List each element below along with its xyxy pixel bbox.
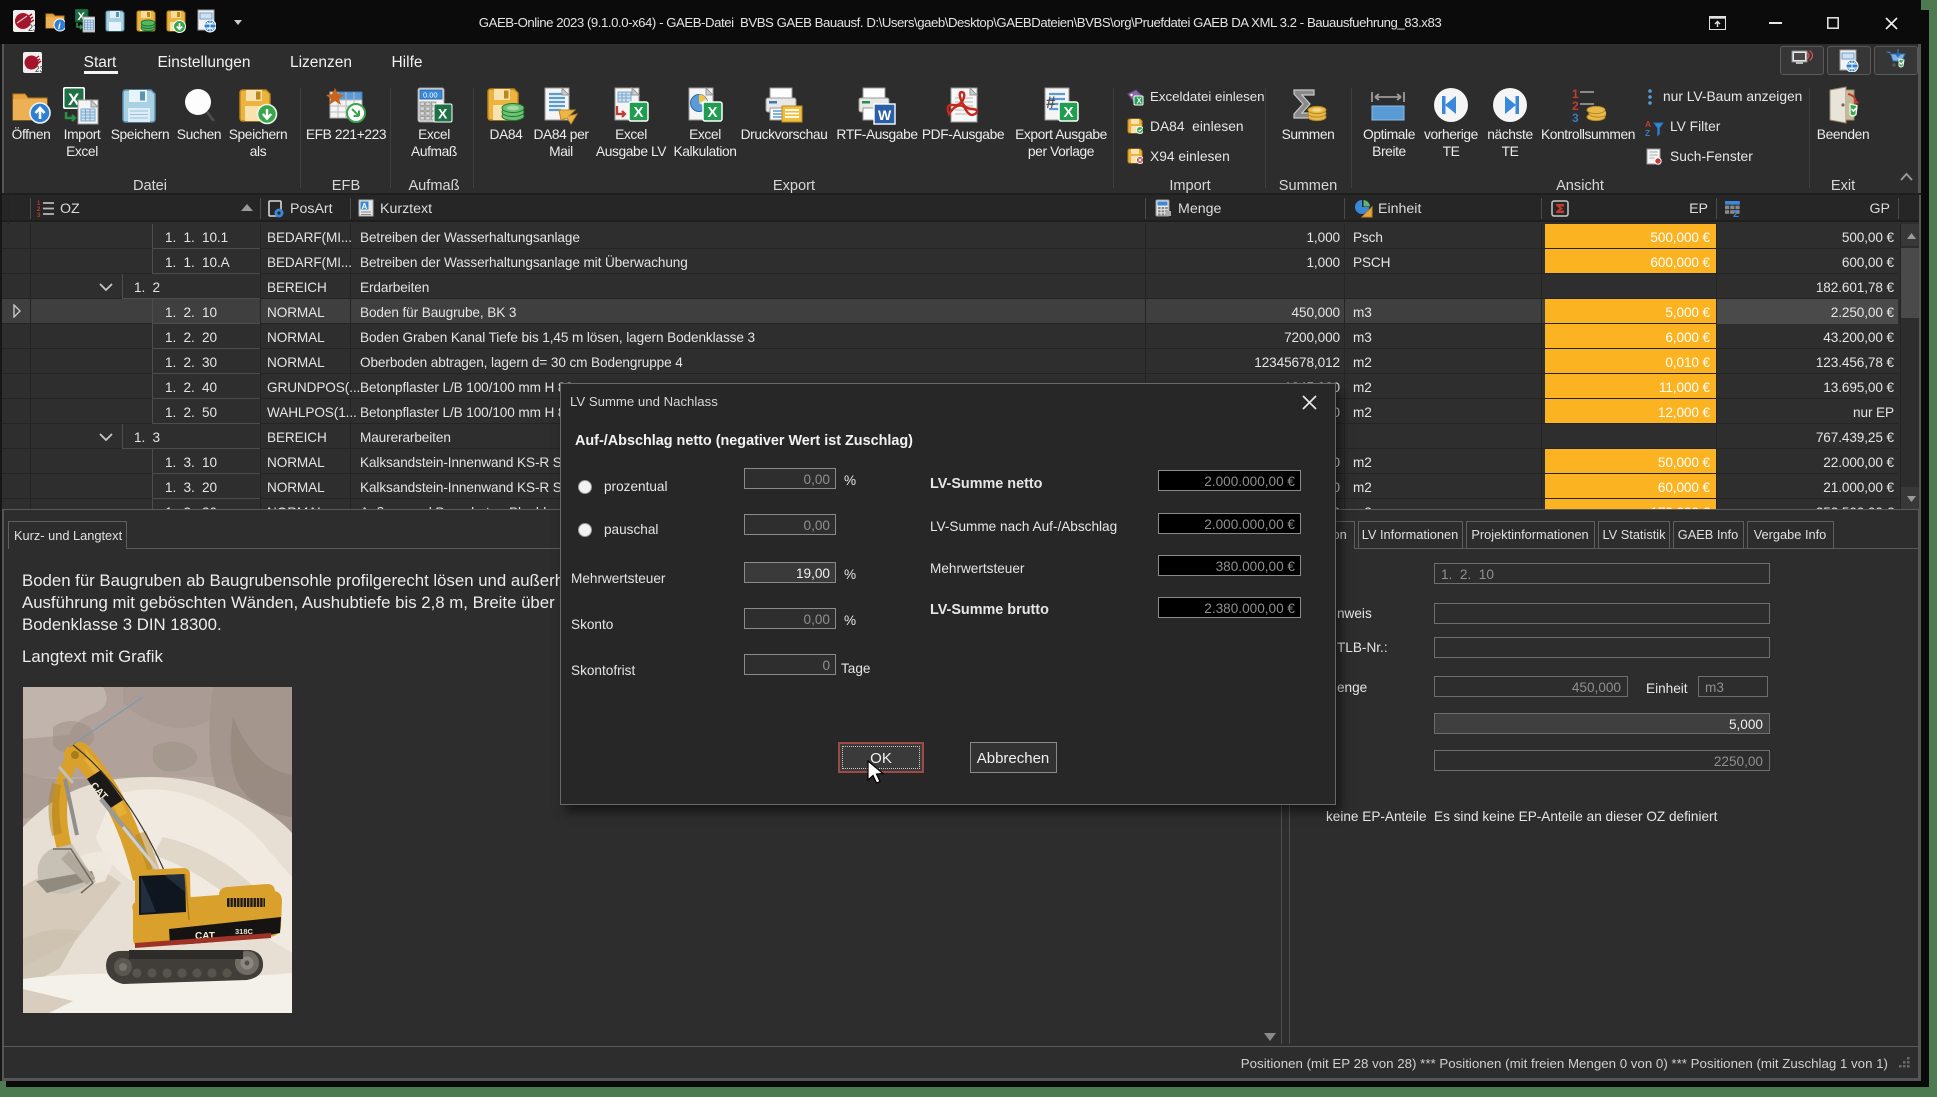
svg-text:X: X	[634, 104, 644, 121]
svg-text:X: X	[708, 104, 718, 121]
svg-text:0.00: 0.00	[423, 91, 438, 100]
svg-text:Z: Z	[1645, 128, 1650, 137]
svg-text:3: 3	[37, 213, 41, 218]
svg-text:X: X	[438, 106, 448, 122]
svg-text:W: W	[878, 107, 892, 123]
svg-text:3: 3	[1572, 111, 1579, 124]
svg-text:X: X	[1064, 104, 1074, 121]
svg-text:23: 23	[35, 65, 42, 73]
svg-text:X: X	[1137, 97, 1143, 106]
svg-text:A: A	[362, 202, 368, 211]
svg-text:23: 23	[28, 23, 35, 32]
svg-text:Σ: Σ	[1733, 209, 1739, 219]
svg-text:#: #	[1046, 93, 1056, 112]
